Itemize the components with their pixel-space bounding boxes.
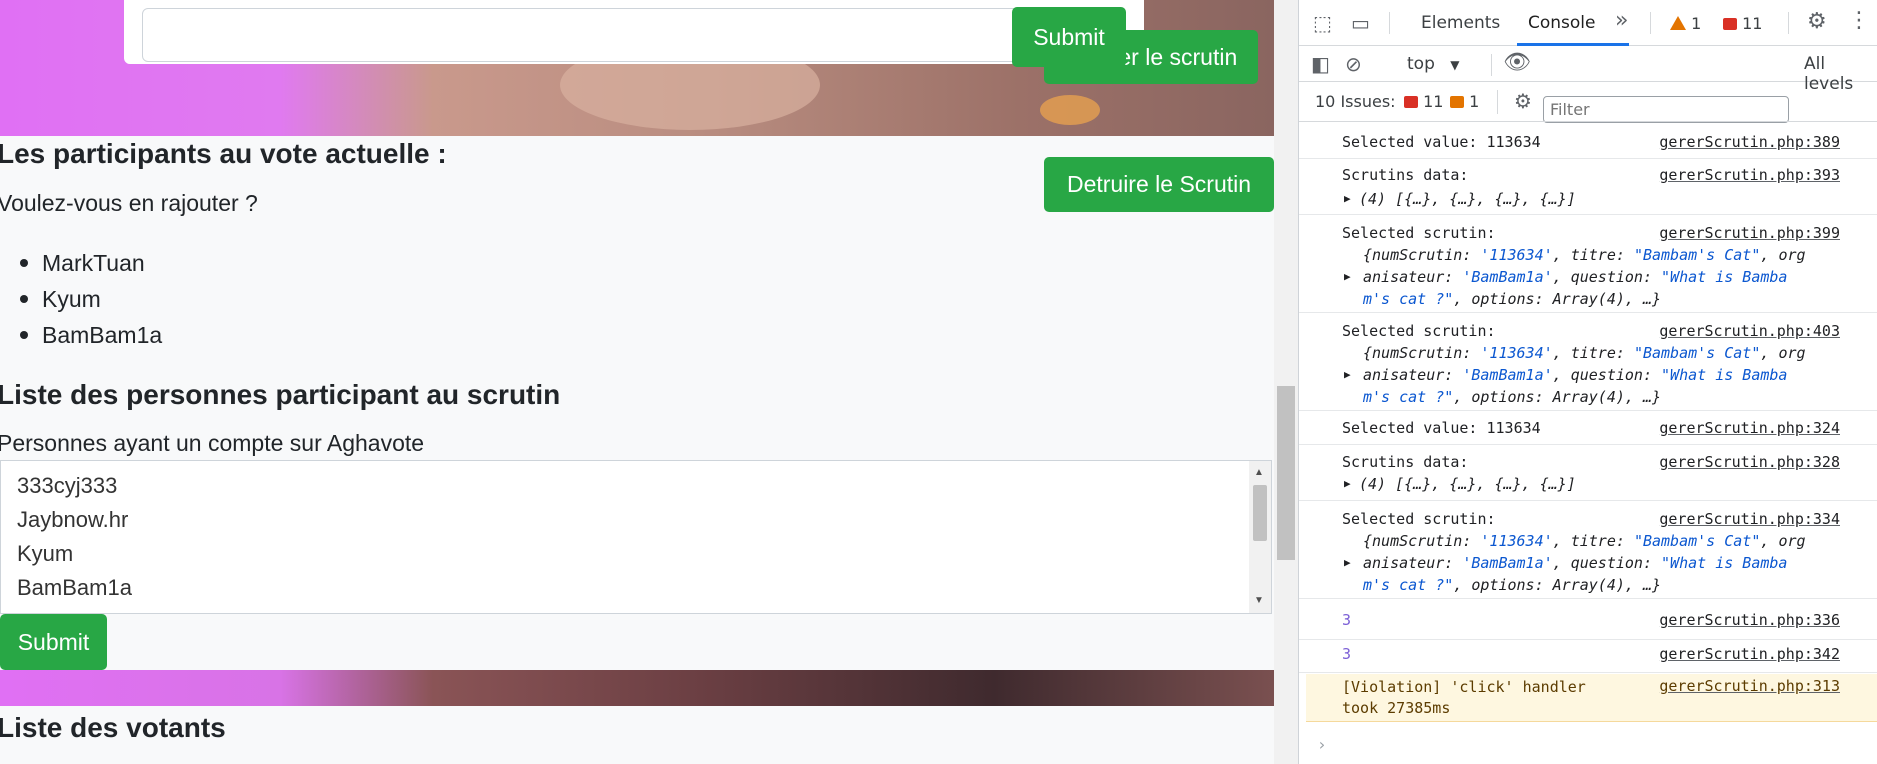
console-message: Selected value: 113634 gererScrutin.php:… (1299, 128, 1877, 159)
console-message: Scrutins data: gererScrutin.php:393 ▶ (4… (1299, 159, 1877, 215)
list-item: Kyum (18, 284, 162, 320)
console-violation-message: [Violation] 'click' handler took 27385ms… (1306, 674, 1877, 722)
accounts-multiselect[interactable]: 333cyj333 Jaybnow.hr Kyum BamBam1a ▲ ▼ (0, 460, 1272, 614)
select-scrollbar[interactable]: ▲ ▼ (1249, 461, 1271, 613)
warnings-counter[interactable]: 1 (1670, 14, 1701, 33)
background-image-top: Fermer le scrutin Submit (0, 0, 1274, 136)
source-link[interactable]: gererScrutin.php:328 (1659, 453, 1840, 471)
console-message: Selected value: 113634 gererScrutin.php:… (1299, 411, 1877, 445)
more-options-icon[interactable]: ⋮ (1848, 10, 1870, 32)
background-image-bottom (0, 670, 1274, 706)
accounts-label: Personnes ayant un compte sur Aghavote (0, 430, 425, 456)
warning-icon (1670, 16, 1686, 30)
voters-heading: Liste des votants (0, 712, 226, 743)
participants-heading: Les participants au vote actuelle : (0, 138, 447, 169)
live-expression-eye-icon[interactable]: 👁 (1503, 52, 1531, 74)
source-link[interactable]: gererScrutin.php:324 (1659, 419, 1840, 437)
web-page: Fermer le scrutin Submit Les participant… (0, 0, 1274, 764)
list-heading: Liste des personnes participant au scrut… (0, 379, 561, 410)
scrollbar-thumb[interactable] (1253, 485, 1267, 541)
source-link[interactable]: gererScrutin.php:313 (1659, 677, 1840, 695)
context-selector[interactable]: top ▼ (1407, 54, 1460, 74)
select-option[interactable]: Kyum (17, 541, 73, 567)
error-icon (1404, 96, 1418, 108)
scroll-down-icon[interactable]: ▼ (1254, 595, 1264, 606)
expand-triangle-icon[interactable]: ▶ (1344, 556, 1351, 569)
tab-elements[interactable]: Elements (1421, 13, 1500, 33)
issues-errors-badge[interactable]: 11 (1404, 92, 1443, 111)
select-option[interactable]: Jaybnow.hr (17, 507, 128, 533)
page-scrollbar-thumb[interactable] (1277, 386, 1295, 560)
expand-triangle-icon[interactable]: ▶ (1344, 368, 1351, 381)
select-option[interactable]: BamBam1a (17, 575, 132, 601)
page-scrollbar[interactable] (1274, 0, 1298, 764)
detruire-scrutin-button[interactable]: Detruire le Scrutin (1044, 157, 1274, 212)
device-toolbar-icon[interactable]: ▭ (1351, 13, 1370, 33)
source-link[interactable]: gererScrutin.php:342 (1659, 645, 1840, 663)
console-message: 3 gererScrutin.php:336 (1299, 606, 1877, 640)
issues-bar: 10 Issues: 11 1 ⚙ (1299, 82, 1877, 122)
add-question-text: Voulez-vous en rajouter ? (0, 190, 258, 216)
console-message: Selected scrutin: gererScrutin.php:334 {… (1299, 501, 1877, 599)
source-link[interactable]: gererScrutin.php:399 (1659, 224, 1840, 242)
scroll-up-icon[interactable]: ▲ (1254, 467, 1264, 478)
console-message: Selected scrutin: gererScrutin.php:403 {… (1299, 313, 1877, 411)
dropdown-arrow-icon: ▼ (1450, 58, 1460, 72)
clear-console-icon[interactable]: ⊘ (1345, 54, 1362, 74)
issues-settings-icon[interactable]: ⚙ (1514, 91, 1532, 111)
devtools-tabbar: ⬚ ▭ Elements Console » 1 11 ⚙ ⋮ (1299, 0, 1877, 46)
console-message: Scrutins data: gererScrutin.php:328 ▶ (4… (1299, 445, 1877, 501)
errors-counter[interactable]: 11 (1723, 14, 1762, 33)
console-prompt-chevron-icon[interactable]: › (1317, 735, 1327, 754)
source-link[interactable]: gererScrutin.php:403 (1659, 322, 1840, 340)
submit-button[interactable]: Submit (0, 614, 107, 670)
console-toolbar: ◧ ⊘ top ▼ 👁 All levels (1299, 46, 1877, 123)
source-link[interactable]: gererScrutin.php:336 (1659, 611, 1840, 629)
top-submit-button[interactable]: Submit (1012, 7, 1126, 67)
issues-label: 10 Issues: (1315, 92, 1396, 111)
console-message: 3 gererScrutin.php:342 (1299, 640, 1877, 673)
expand-triangle-icon[interactable]: ▶ (1344, 192, 1351, 205)
tab-console[interactable]: Console (1528, 13, 1596, 33)
warning-icon (1450, 96, 1464, 108)
devtools-panel: ⬚ ▭ Elements Console » 1 11 ⚙ ⋮ ◧ ⊘ top … (1298, 0, 1877, 764)
list-item: MarkTuan (18, 248, 162, 284)
console-message: Selected scrutin: gererScrutin.php:399 {… (1299, 215, 1877, 313)
expand-triangle-icon[interactable]: ▶ (1344, 270, 1351, 283)
participants-list: MarkTuan Kyum BamBam1a (18, 248, 162, 356)
more-tabs-icon[interactable]: » (1615, 10, 1628, 32)
issues-warnings-badge[interactable]: 1 (1450, 92, 1479, 111)
error-icon (1723, 18, 1737, 30)
inspect-element-icon[interactable]: ⬚ (1313, 13, 1332, 33)
list-item: BamBam1a (18, 320, 162, 356)
settings-gear-icon[interactable]: ⚙ (1807, 11, 1827, 33)
top-text-input[interactable] (142, 8, 1022, 62)
expand-triangle-icon[interactable]: ▶ (1344, 477, 1351, 490)
sidebar-toggle-icon[interactable]: ◧ (1311, 54, 1330, 74)
select-option[interactable]: 333cyj333 (17, 473, 117, 499)
source-link[interactable]: gererScrutin.php:393 (1659, 166, 1840, 184)
source-link[interactable]: gererScrutin.php:389 (1659, 133, 1840, 151)
source-link[interactable]: gererScrutin.php:334 (1659, 510, 1840, 528)
